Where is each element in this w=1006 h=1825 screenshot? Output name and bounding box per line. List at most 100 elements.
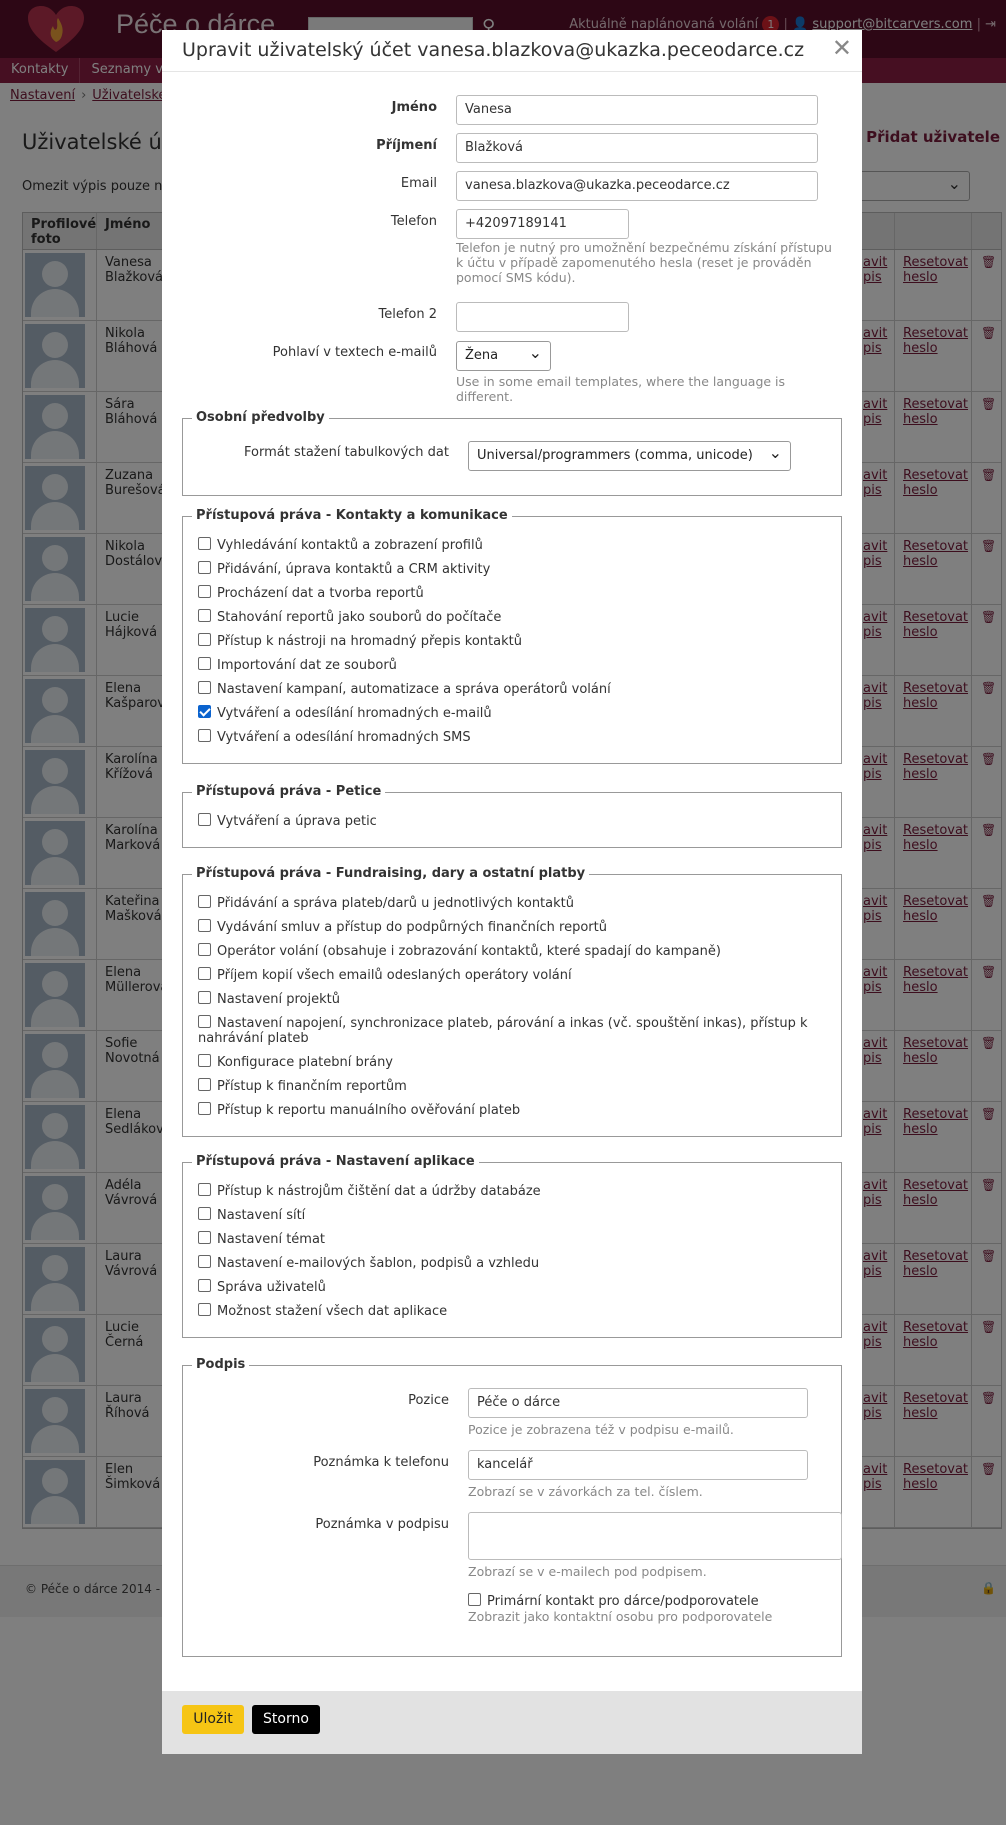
permission-checkbox-row[interactable]: Nastavení kampaní, automatizace a správa…	[198, 681, 838, 697]
phone-input[interactable]: +42097189141	[456, 209, 629, 239]
permission-checkbox[interactable]	[198, 813, 211, 826]
permission-label[interactable]: Nastavení e-mailových šablon, podpisů a …	[217, 1256, 539, 1271]
permission-checkbox[interactable]	[198, 681, 211, 694]
permission-checkbox[interactable]	[198, 1231, 211, 1244]
permission-checkbox-row[interactable]: Konfigurace platební brány	[198, 1054, 838, 1070]
permission-label[interactable]: Vyhledávání kontaktů a zobrazení profilů	[217, 538, 483, 553]
permission-checkbox-row[interactable]: Vytváření a odesílání hromadných e-mailů	[198, 705, 838, 721]
permission-checkbox[interactable]	[198, 633, 211, 646]
permission-checkbox-row[interactable]: Přístup k finančním reportům	[198, 1078, 838, 1094]
permission-label[interactable]: Nastavení sítí	[217, 1208, 305, 1223]
permission-checkbox[interactable]	[198, 1078, 211, 1091]
permission-checkbox[interactable]	[198, 1054, 211, 1067]
permission-checkbox[interactable]	[198, 895, 211, 908]
email-input[interactable]: vanesa.blazkova@ukazka.peceodarce.cz	[456, 171, 818, 201]
permission-label[interactable]: Importování dat ze souborů	[217, 658, 397, 673]
permission-checkbox[interactable]	[198, 1183, 211, 1196]
signature-group: Podpis Pozice Péče o dárce Pozice je zob…	[182, 1357, 842, 1657]
permission-label[interactable]: Konfigurace platební brány	[217, 1055, 393, 1070]
permission-checkbox[interactable]	[198, 537, 211, 550]
gender-select[interactable]: Žena	[456, 341, 551, 371]
permission-checkbox-row[interactable]: Přidávání, úprava kontaktů a CRM aktivit…	[198, 561, 838, 577]
permission-label[interactable]: Správa uživatelů	[217, 1280, 326, 1295]
permission-checkbox-row[interactable]: Přístup k nástrojům čištění dat a údržby…	[198, 1183, 838, 1199]
position-input[interactable]: Péče o dárce	[468, 1388, 808, 1418]
permission-checkbox[interactable]	[198, 1207, 211, 1220]
permission-label[interactable]: Přidávání, úprava kontaktů a CRM aktivit…	[217, 562, 490, 577]
permission-checkbox-row[interactable]: Přidávání a správa plateb/darů u jednotl…	[198, 895, 838, 911]
permission-checkbox[interactable]	[198, 561, 211, 574]
permission-checkbox-row[interactable]: Vydávání smluv a přístup do podpůrných f…	[198, 919, 838, 935]
permission-label[interactable]: Přístup k nástrojům čištění dat a údržby…	[217, 1184, 541, 1199]
permission-checkbox[interactable]	[198, 1279, 211, 1292]
permission-checkbox-row[interactable]: Vytváření a odesílání hromadných SMS	[198, 729, 838, 745]
permission-label[interactable]: Příjem kopií všech emailů odeslaných ope…	[217, 968, 572, 983]
signature-note-textarea[interactable]	[468, 1512, 842, 1560]
permission-checkbox[interactable]	[198, 1303, 211, 1316]
primary-contact-checkbox[interactable]	[468, 1593, 481, 1606]
permission-checkbox[interactable]	[198, 1015, 211, 1028]
permission-label[interactable]: Vytváření a úprava petic	[217, 814, 377, 829]
phone2-input[interactable]	[456, 302, 629, 332]
permission-label[interactable]: Stahování reportů jako souborů do počíta…	[217, 610, 501, 625]
permission-label[interactable]: Vydávání smluv a přístup do podpůrných f…	[217, 920, 607, 935]
permission-label[interactable]: Nastavení témat	[217, 1232, 325, 1247]
save-button[interactable]: Uložit	[182, 1705, 244, 1734]
permission-group-legend: Přístupová práva - Nastavení aplikace	[192, 1154, 479, 1169]
permission-label[interactable]: Přístup k nástroji na hromadný přepis ko…	[217, 634, 522, 649]
permission-checkbox-row[interactable]: Nastavení témat	[198, 1231, 838, 1247]
download-format-value: Universal/programmers (comma, unicode)	[477, 448, 753, 463]
permission-checkbox-row[interactable]: Procházení dat a tvorba reportů	[198, 585, 838, 601]
permission-label[interactable]: Přidávání a správa plateb/darů u jednotl…	[217, 896, 574, 911]
permission-checkbox-row[interactable]: Správa uživatelů	[198, 1279, 838, 1295]
permission-checkbox[interactable]	[198, 585, 211, 598]
permission-checkbox-row[interactable]: Nastavení napojení, synchronizace plateb…	[198, 1015, 838, 1046]
permission-checkbox[interactable]	[198, 919, 211, 932]
permission-label[interactable]: Procházení dat a tvorba reportů	[217, 586, 424, 601]
permission-checkbox-row[interactable]: Přístup k reportu manuálního ověřování p…	[198, 1102, 838, 1118]
permission-checkbox-row[interactable]: Nastavení projektů	[198, 991, 838, 1007]
permission-checkbox-row[interactable]: Nastavení sítí	[198, 1207, 838, 1223]
permission-checkbox[interactable]	[198, 943, 211, 956]
permission-checkbox-row[interactable]: Vytváření a úprava petic	[198, 813, 838, 829]
permission-label[interactable]: Nastavení kampaní, automatizace a správa…	[217, 682, 611, 697]
phone-note-input[interactable]: kancelář	[468, 1450, 808, 1480]
permission-checkbox-row[interactable]: Příjem kopií všech emailů odeslaných ope…	[198, 967, 838, 983]
permission-checkbox-row[interactable]: Nastavení e-mailových šablon, podpisů a …	[198, 1255, 838, 1271]
personal-preferences-legend: Osobní předvolby	[192, 410, 329, 425]
modal-footer: Uložit Storno	[162, 1691, 862, 1754]
permission-checkbox-row[interactable]: Operátor volání (obsahuje i zobrazování …	[198, 943, 838, 959]
permission-checkbox-row[interactable]: Stahování reportů jako souborů do počíta…	[198, 609, 838, 625]
permission-label[interactable]: Operátor volání (obsahuje i zobrazování …	[217, 944, 721, 959]
permission-checkbox-row[interactable]: Možnost stažení všech dat aplikace	[198, 1303, 838, 1319]
close-icon[interactable]: ✕	[832, 36, 852, 60]
permission-checkbox[interactable]	[198, 967, 211, 980]
permission-checkbox[interactable]	[198, 609, 211, 622]
permission-checkbox[interactable]	[198, 1255, 211, 1268]
signature-note-help: Zobrazí se v e-mailech pod podpisem.	[468, 1564, 707, 1579]
phone-help: Telefon je nutný pro umožnění bezpečnému…	[456, 240, 832, 285]
primary-contact-checkbox-row[interactable]: Primární kontakt pro dárce/podporovatele	[468, 1593, 759, 1609]
permission-checkbox-row[interactable]: Importování dat ze souborů	[198, 657, 838, 673]
permission-label[interactable]: Nastavení napojení, synchronizace plateb…	[198, 1016, 808, 1046]
permission-checkbox[interactable]	[198, 729, 211, 742]
permission-label[interactable]: Vytváření a odesílání hromadných SMS	[217, 730, 471, 745]
permission-checkbox[interactable]	[198, 657, 211, 670]
permission-label[interactable]: Přístup k reportu manuálního ověřování p…	[217, 1103, 520, 1118]
permission-checkbox-row[interactable]: Vyhledávání kontaktů a zobrazení profilů	[198, 537, 838, 553]
download-format-select[interactable]: Universal/programmers (comma, unicode)	[468, 441, 791, 471]
permission-label[interactable]: Vytváření a odesílání hromadných e-mailů	[217, 706, 492, 721]
permission-label[interactable]: Nastavení projektů	[217, 992, 340, 1007]
permission-label[interactable]: Možnost stažení všech dat aplikace	[217, 1304, 447, 1319]
permission-checkbox[interactable]	[198, 705, 211, 718]
permission-checkbox[interactable]	[198, 991, 211, 1004]
last-name-input[interactable]: Blažková	[456, 133, 818, 163]
cancel-button[interactable]: Storno	[252, 1705, 320, 1734]
position-help: Pozice je zobrazena též v podpisu e-mail…	[468, 1422, 734, 1437]
first-name-input[interactable]: Vanesa	[456, 95, 818, 125]
permission-checkbox-row[interactable]: Přístup k nástroji na hromadný přepis ko…	[198, 633, 838, 649]
permission-label[interactable]: Přístup k finančním reportům	[217, 1079, 407, 1094]
primary-contact-label[interactable]: Primární kontakt pro dárce/podporovatele	[487, 1594, 759, 1609]
permission-checkbox[interactable]	[198, 1102, 211, 1115]
modal-title: Upravit uživatelský účet vanesa.blazkova…	[182, 39, 805, 61]
